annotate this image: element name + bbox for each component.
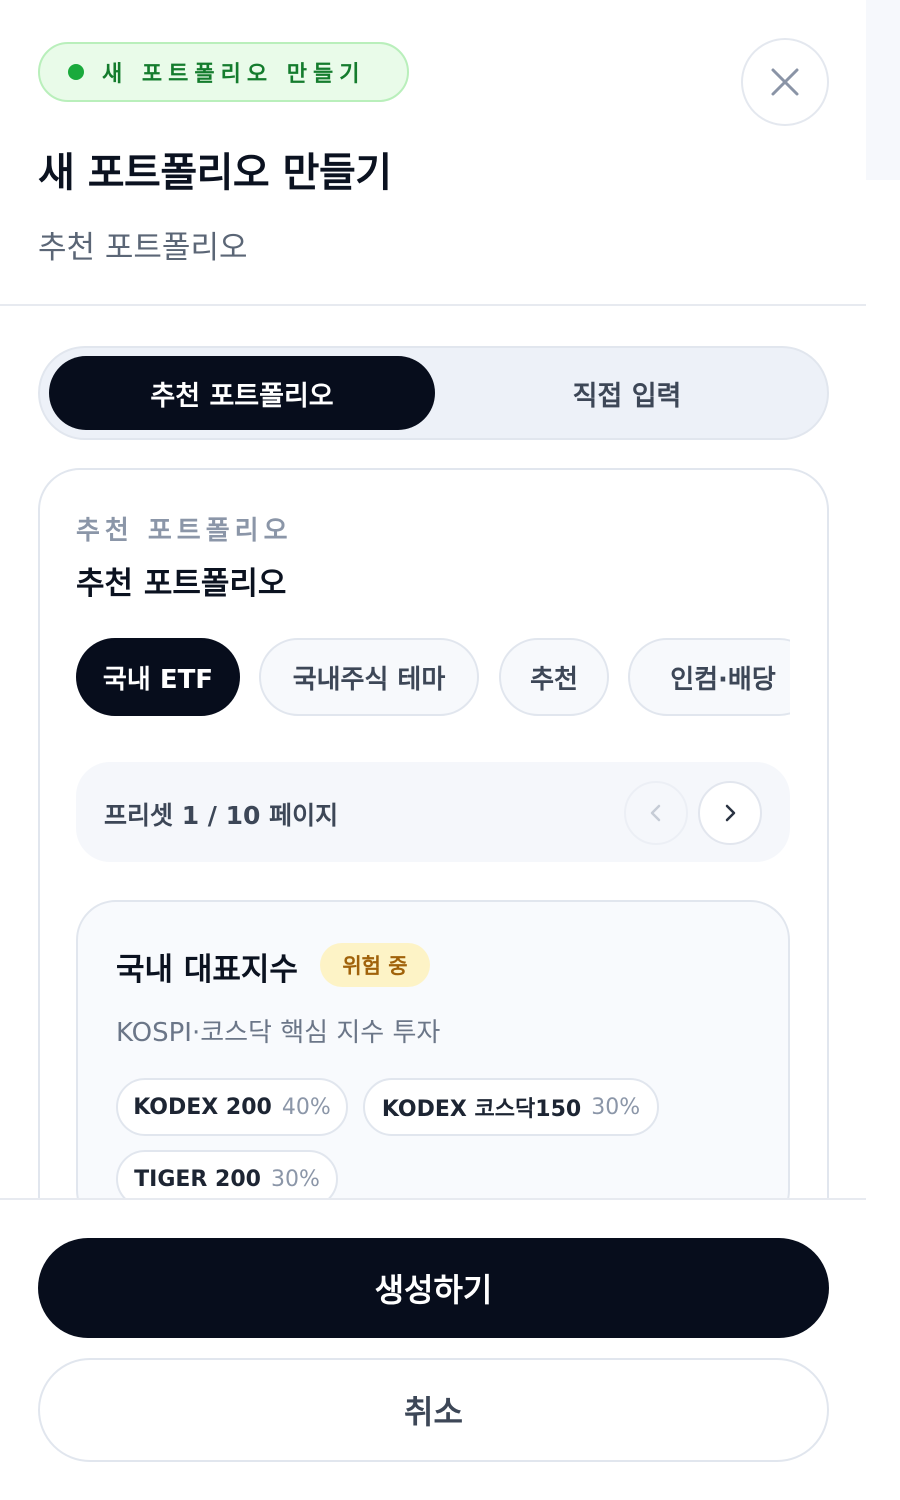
divider <box>0 1198 866 1200</box>
preset-description: KOSPI·코스닥 핵심 지수 투자 <box>116 1018 441 1048</box>
close-button[interactable] <box>741 38 829 126</box>
holding-weight: 30% <box>591 1094 641 1120</box>
tab-recommended[interactable]: 추천 포트폴리오 <box>49 356 435 430</box>
chip-recommended[interactable]: 추천 <box>499 638 609 716</box>
card-eyebrow: 추천 포트폴리오 <box>76 516 293 546</box>
holding-chip: KODEX 코스닥150 30% <box>363 1078 659 1136</box>
holding-name: KODEX 코스닥150 <box>381 1097 582 1122</box>
holding-name: KODEX 200 <box>133 1094 272 1120</box>
holding-weight: 30% <box>270 1166 320 1192</box>
chip-domestic-etf[interactable]: 국내 ETF <box>76 638 240 716</box>
preset-name: 국내 대표지수 <box>116 952 298 988</box>
preset-pager: 프리셋 1 / 10 페이지 <box>76 762 790 862</box>
header-badge-label: 새 포트폴리오 만들기 <box>102 62 366 87</box>
chip-income-dividend[interactable]: 인컴·배당 <box>628 638 790 716</box>
holding-name: TIGER 200 <box>134 1166 261 1192</box>
card-title: 추천 포트폴리오 <box>76 566 287 602</box>
chevron-right-icon <box>725 804 736 822</box>
prev-page-button[interactable] <box>624 781 688 845</box>
mode-switch: 추천 포트폴리오 직접 입력 <box>38 346 829 440</box>
holding-chip: KODEX 200 40% <box>116 1078 348 1136</box>
risk-badge: 위험 중 <box>320 943 430 987</box>
chip-domestic-stock-theme[interactable]: 국내주식 테마 <box>259 638 479 716</box>
header-badge: 새 포트폴리오 만들기 <box>38 42 409 102</box>
chevron-left-icon <box>650 804 661 822</box>
status-dot-icon <box>68 64 84 80</box>
divider <box>0 304 866 306</box>
tab-manual-input[interactable]: 직접 입력 <box>436 356 818 430</box>
pager-label: 프리셋 1 / 10 페이지 <box>104 801 339 830</box>
create-portfolio-modal: 새 포트폴리오 만들기 새 포트폴리오 만들기 추천 포트폴리오 추천 포트폴리… <box>0 0 900 1500</box>
category-chips: 국내 ETF 국내주식 테마 추천 인컴·배당 <box>76 638 790 718</box>
cancel-button[interactable]: 취소 <box>38 1358 829 1462</box>
create-button[interactable]: 생성하기 <box>38 1238 829 1338</box>
page-subtitle: 추천 포트폴리오 <box>38 230 248 266</box>
page-title: 새 포트폴리오 만들기 <box>38 150 392 196</box>
next-page-button[interactable] <box>698 781 762 845</box>
background-strip <box>866 0 900 180</box>
holding-weight: 40% <box>281 1094 331 1120</box>
close-icon <box>771 68 799 96</box>
